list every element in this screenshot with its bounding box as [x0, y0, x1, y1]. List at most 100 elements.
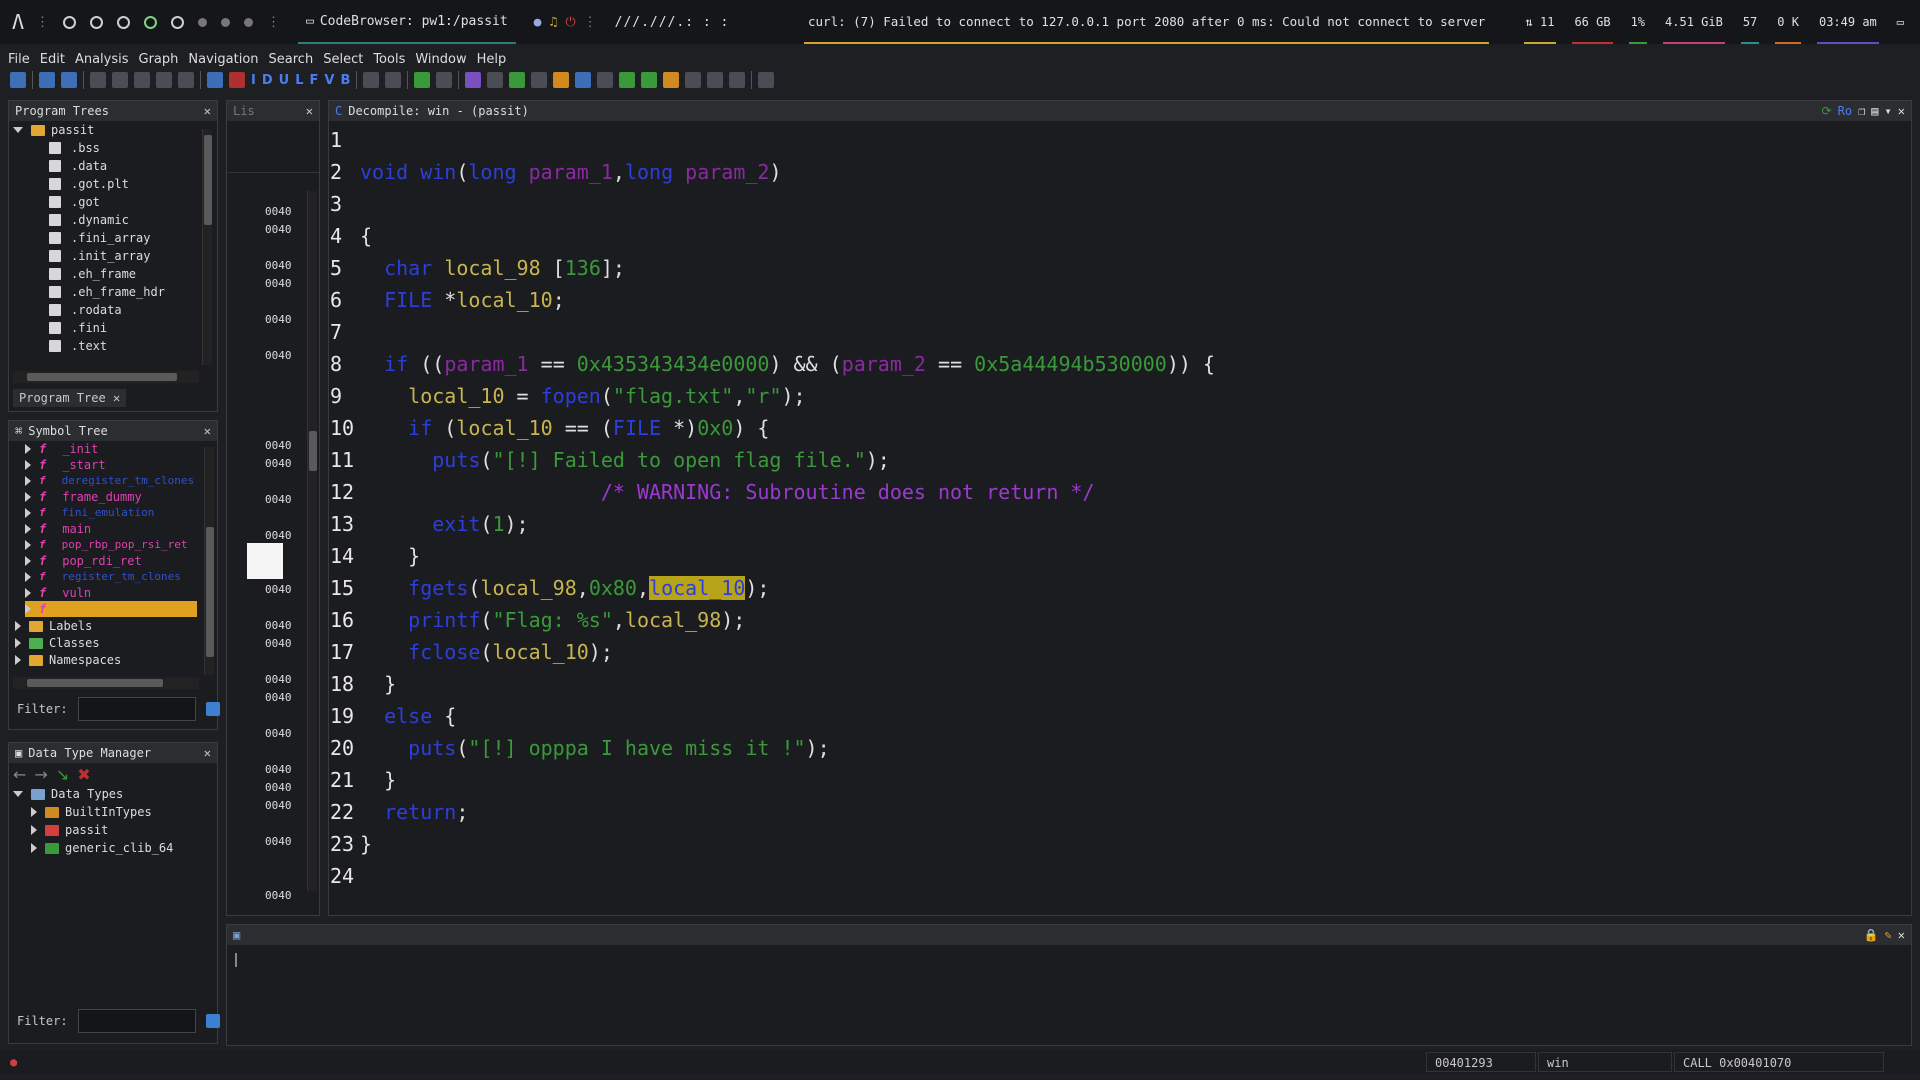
- code-line[interactable]: 17 fclose(local_10);: [330, 636, 1215, 668]
- tree-item[interactable]: .dynamic: [13, 211, 217, 229]
- code-token[interactable]: exit: [432, 512, 480, 536]
- code-line[interactable]: 1: [330, 124, 1215, 156]
- code-token[interactable]: local_10: [492, 640, 588, 664]
- code-token[interactable]: ,: [733, 384, 745, 408]
- code-line[interactable]: 24: [330, 860, 1215, 892]
- code-line[interactable]: 20 puts("[!] opppa I have miss it !");: [330, 732, 1215, 764]
- close-icon[interactable]: ✕: [204, 424, 211, 438]
- code-token[interactable]: 0x435343434e0000: [577, 352, 770, 376]
- clear-icon[interactable]: ✎: [1885, 928, 1892, 942]
- code-token[interactable]: [360, 448, 432, 472]
- nav-icon[interactable]: [134, 72, 150, 88]
- decompiled-code[interactable]: 1 2 void win(long param_1,long param_2) 3 4{…: [330, 124, 1215, 892]
- code-line[interactable]: 16 printf("Flag: %s",local_98);: [330, 604, 1215, 636]
- snapshot-icon[interactable]: ▤: [1871, 104, 1878, 118]
- down-arrow-icon[interactable]: [207, 72, 223, 88]
- code-token[interactable]: FILE: [613, 416, 661, 440]
- code-token[interactable]: local_10: [649, 576, 746, 600]
- code-token[interactable]: param_1: [529, 160, 613, 184]
- code-token[interactable]: [360, 800, 384, 824]
- tool-icon[interactable]: [641, 72, 658, 88]
- code-line[interactable]: 12 /* WARNING: Subroutine does not retur…: [330, 476, 1215, 508]
- function-item[interactable]: f pop_rbp_pop_rsi_ret: [25, 537, 217, 553]
- menu-edit[interactable]: Edit: [40, 52, 65, 67]
- datatype-archive[interactable]: BuiltInTypes: [13, 803, 217, 821]
- code-token[interactable]: "Flag: %s": [492, 608, 612, 632]
- code-token[interactable]: [360, 640, 408, 664]
- code-line[interactable]: 15 fgets(local_98,0x80,local_10);: [330, 572, 1215, 604]
- nav-instruction-button[interactable]: I: [251, 73, 256, 88]
- forward-icon[interactable]: [61, 72, 77, 88]
- code-token[interactable]: == (: [553, 416, 613, 440]
- volume-stat[interactable]: 57: [1740, 0, 1760, 44]
- code-token[interactable]: );: [781, 384, 805, 408]
- workspace-dot[interactable]: [63, 15, 76, 29]
- code-token[interactable]: ;: [456, 800, 468, 824]
- code-token[interactable]: ;: [553, 288, 565, 312]
- graph-icon[interactable]: [597, 72, 614, 88]
- tool-icon[interactable]: [575, 72, 592, 88]
- function-item[interactable]: f fini_emulation: [25, 505, 217, 521]
- code-token[interactable]: [360, 288, 384, 312]
- code-line[interactable]: 9 local_10 = fopen("flag.txt","r");: [330, 380, 1215, 412]
- code-token[interactable]: (: [456, 736, 468, 760]
- code-token[interactable]: 0x0: [697, 416, 733, 440]
- folder-classes[interactable]: Classes: [15, 635, 217, 651]
- workspace-switcher[interactable]: [63, 15, 253, 29]
- delete-icon[interactable]: ✖: [77, 765, 90, 784]
- kebab-icon[interactable]: ⋮: [36, 15, 49, 30]
- folder-labels[interactable]: Labels: [15, 617, 217, 635]
- function-item[interactable]: f vuln: [25, 585, 217, 601]
- code-line[interactable]: 21 }: [330, 764, 1215, 796]
- code-token[interactable]: ,: [637, 576, 649, 600]
- code-token[interactable]: 136: [565, 256, 601, 280]
- code-token[interactable]: [360, 256, 384, 280]
- menu-navigation[interactable]: Navigation: [188, 52, 258, 67]
- symbol-filter-input[interactable]: [77, 697, 196, 721]
- menu-help[interactable]: Help: [477, 52, 507, 67]
- tree-item[interactable]: .data: [13, 157, 217, 175]
- code-token[interactable]: [360, 576, 408, 600]
- code-token[interactable]: void: [360, 160, 408, 184]
- workspace-dot[interactable]: [171, 15, 184, 29]
- tool-icon[interactable]: [531, 72, 548, 88]
- code-line[interactable]: 10 if (local_10 == (FILE *)0x0) {: [330, 412, 1215, 444]
- tray-icon[interactable]: ▭: [1895, 0, 1906, 44]
- code-token[interactable]: ,: [577, 576, 589, 600]
- function-item[interactable]: f pop_rdi_ret: [25, 553, 217, 569]
- arrow-icon[interactable]: ↘: [56, 765, 69, 784]
- code-token[interactable]: 0x80: [589, 576, 637, 600]
- code-token[interactable]: (: [432, 416, 456, 440]
- github-icon[interactable]: ●: [534, 15, 542, 30]
- nav-label-button[interactable]: L: [295, 73, 303, 88]
- active-window-title[interactable]: ▭ CodeBrowser: pw1:/passit: [298, 0, 516, 44]
- tool-icon[interactable]: [729, 72, 746, 88]
- code-token[interactable]: [673, 160, 685, 184]
- tree-root[interactable]: Data Types: [13, 785, 217, 803]
- code-token[interactable]: [360, 352, 384, 376]
- code-token[interactable]: FILE: [384, 288, 432, 312]
- code-line[interactable]: 6 FILE *local_10;: [330, 284, 1215, 316]
- code-token[interactable]: return: [384, 800, 456, 824]
- code-token[interactable]: ,: [613, 608, 625, 632]
- menu-graph[interactable]: Graph: [139, 52, 179, 67]
- tree-item[interactable]: .init_array: [13, 247, 217, 265]
- folder-icon[interactable]: [553, 72, 570, 88]
- code-token[interactable]: (: [480, 512, 492, 536]
- refresh-icon[interactable]: [509, 72, 526, 88]
- code-token[interactable]: *: [432, 288, 456, 312]
- code-line[interactable]: 19 else {: [330, 700, 1215, 732]
- workspace-dot[interactable]: [90, 15, 103, 29]
- code-token[interactable]: {: [360, 224, 372, 248]
- code-token[interactable]: win: [420, 160, 456, 184]
- code-token[interactable]: "[!] Failed to open flag file.": [492, 448, 865, 472]
- power-icon[interactable]: ⏻: [565, 15, 575, 30]
- nav-data-button[interactable]: D: [262, 73, 273, 88]
- function-item-selected[interactable]: f: [25, 601, 197, 617]
- code-token[interactable]: *): [661, 416, 697, 440]
- code-line[interactable]: 23}: [330, 828, 1215, 860]
- code-line[interactable]: 22 return;: [330, 796, 1215, 828]
- code-token[interactable]: ) {: [733, 416, 769, 440]
- code-line[interactable]: 8 if ((param_1 == 0x435343434e0000) && (…: [330, 348, 1215, 380]
- symbol-tree-vscroll[interactable]: [204, 447, 214, 675]
